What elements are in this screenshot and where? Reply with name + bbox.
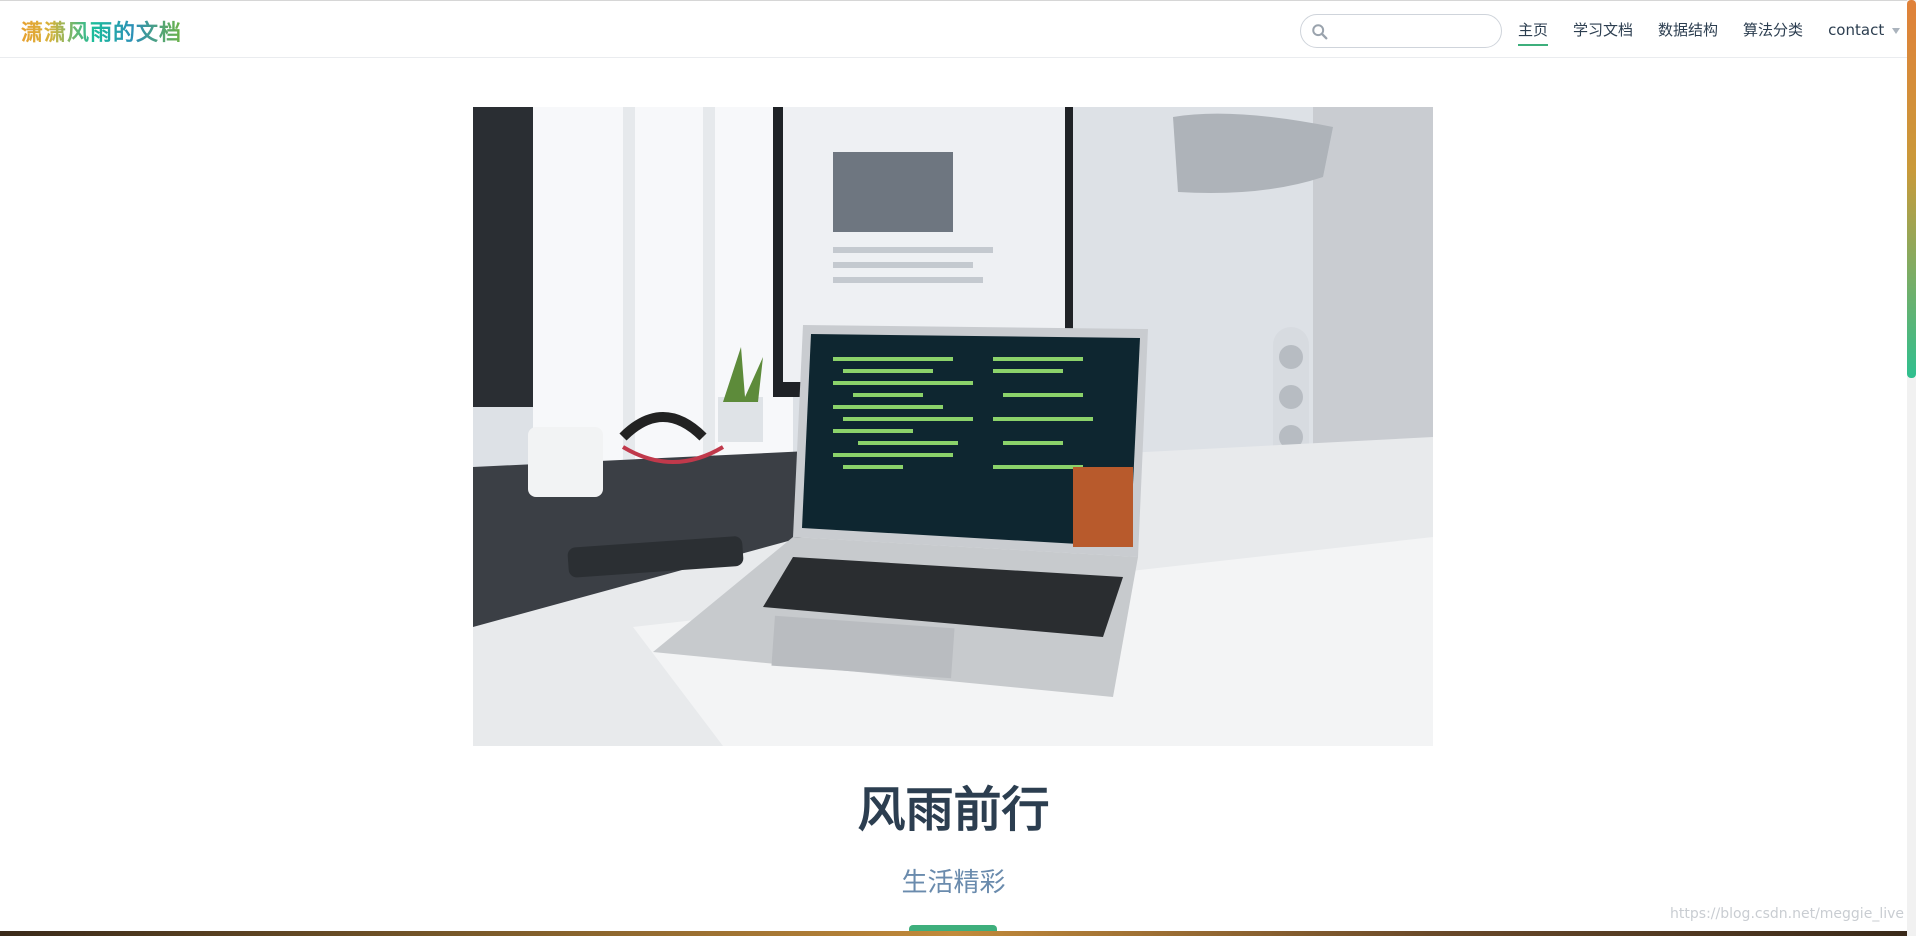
nav-item-contact-label: contact bbox=[1828, 21, 1885, 39]
hero-title: 风雨前行 bbox=[857, 782, 1050, 838]
hero-illustration bbox=[473, 107, 1433, 746]
navbar: 潇潇风雨的文档 主页 学习文档 数据结构 算法分类 contact bbox=[0, 0, 1907, 58]
hero-description: 生活精彩 bbox=[901, 868, 1006, 898]
scrollbar-thumb[interactable] bbox=[1907, 0, 1916, 378]
nav-links: 主页 学习文档 数据结构 算法分类 contact bbox=[1518, 1, 1916, 59]
bottom-background-strip bbox=[0, 931, 1907, 936]
nav-item-contact[interactable]: contact bbox=[1828, 1, 1901, 59]
search-input[interactable] bbox=[1335, 21, 1495, 41]
nav-item-algorithms[interactable]: 算法分类 bbox=[1743, 1, 1803, 59]
scrollbar[interactable] bbox=[1907, 0, 1916, 936]
chevron-down-icon bbox=[1892, 27, 1901, 34]
site-logo[interactable]: 潇潇风雨的文档 bbox=[21, 15, 182, 47]
watermark: https://blog.csdn.net/meggie_live bbox=[1670, 906, 1904, 922]
nav-item-study-docs[interactable]: 学习文档 bbox=[1573, 1, 1633, 59]
nav-item-data-structures[interactable]: 数据结构 bbox=[1658, 1, 1718, 59]
hero-image bbox=[473, 107, 1433, 746]
search-box[interactable] bbox=[1300, 14, 1502, 48]
search-icon bbox=[1312, 24, 1328, 40]
nav-item-home[interactable]: 主页 bbox=[1518, 1, 1549, 59]
